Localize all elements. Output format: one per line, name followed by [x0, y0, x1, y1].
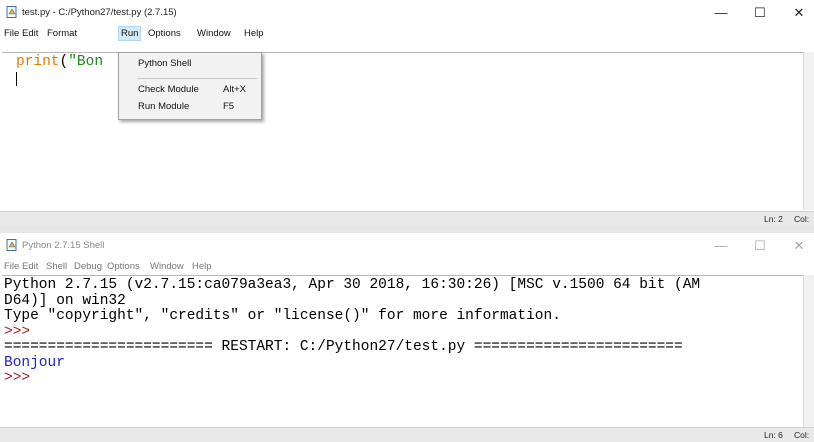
- menu-file[interactable]: File: [4, 261, 19, 272]
- shell-line: D64)] on win32: [4, 292, 126, 309]
- shell-status-col: Col:: [794, 430, 810, 440]
- maximize-button[interactable]: ☐: [745, 237, 775, 255]
- editor-status-col: Col:: [794, 214, 810, 224]
- minimize-button[interactable]: —: [706, 4, 736, 22]
- menu-format[interactable]: Format: [47, 28, 77, 39]
- text-cursor: [16, 72, 17, 86]
- window-gap: [0, 226, 814, 233]
- menu-shell[interactable]: Shell: [46, 261, 67, 272]
- run-dropdown-menu: Python Shell Check Module Alt+X Run Modu…: [118, 52, 262, 120]
- menu-separator: [137, 78, 257, 79]
- menu-help[interactable]: Help: [244, 28, 264, 39]
- menu-debug[interactable]: Debug: [74, 261, 102, 272]
- shell-prompt: >>>: [4, 323, 31, 340]
- shell-statusbar: Ln: 6 Col:: [0, 427, 814, 442]
- menu-window[interactable]: Window: [197, 28, 231, 39]
- shell-window: Python 2.7.15 Shell — ☐ ✕ File Edit Shel…: [0, 233, 814, 442]
- close-button[interactable]: ✕: [784, 237, 814, 255]
- idle-file-icon: [6, 6, 17, 18]
- shell-text-area[interactable]: Python 2.7.15 (v2.7.15:ca079a3ea3, Apr 3…: [2, 275, 804, 430]
- code-paren: (: [59, 54, 69, 70]
- menu-options[interactable]: Options: [107, 261, 140, 272]
- editor-titlebar: test.py - C:/Python27/test.py (2.7.15) —…: [0, 0, 814, 26]
- shell-line: Type "copyright", "credits" or "license(…: [4, 308, 561, 324]
- menu-edit[interactable]: Edit: [22, 261, 38, 272]
- menu-item-label: Python Shell: [138, 58, 192, 69]
- menu-window[interactable]: Window: [150, 261, 184, 272]
- shell-titlebar: Python 2.7.15 Shell — ☐ ✕: [0, 233, 814, 259]
- shell-prompt: >>>: [4, 370, 31, 386]
- menu-file[interactable]: File: [4, 28, 19, 39]
- code-string: "Bon: [68, 54, 104, 70]
- editor-menubar: File Edit Format Run Options Window Help: [0, 26, 814, 42]
- menu-item-accel: F5: [223, 101, 235, 112]
- maximize-button[interactable]: ☐: [745, 4, 775, 22]
- menu-help[interactable]: Help: [192, 261, 212, 272]
- shell-output: Bonjour: [4, 354, 65, 371]
- shell-title: Python 2.7.15 Shell: [22, 240, 105, 251]
- menu-item-check-module[interactable]: Check Module Alt+X: [119, 81, 261, 98]
- shell-restart-line: ======================== RESTART: C:/Pyt…: [4, 339, 683, 355]
- menu-item-python-shell[interactable]: Python Shell: [119, 55, 261, 72]
- menu-run[interactable]: Run: [118, 26, 142, 41]
- menu-edit[interactable]: Edit: [22, 28, 38, 39]
- editor-status-line: Ln: 2: [764, 214, 783, 224]
- menu-item-accel: Alt+X: [223, 84, 246, 95]
- close-button[interactable]: ✕: [784, 4, 814, 22]
- code-keyword: print: [16, 54, 60, 70]
- shell-status-line: Ln: 6: [764, 430, 783, 440]
- editor-statusbar: Ln: 2 Col:: [0, 211, 814, 226]
- menu-item-run-module[interactable]: Run Module F5: [119, 98, 261, 115]
- menu-item-label: Run Module: [138, 101, 190, 112]
- idle-shell-icon: [6, 239, 17, 251]
- shell-scrollbar[interactable]: [803, 275, 814, 427]
- menu-options[interactable]: Options: [148, 28, 181, 39]
- editor-title: test.py - C:/Python27/test.py (2.7.15): [22, 7, 177, 18]
- shell-line: Python 2.7.15 (v2.7.15:ca079a3ea3, Apr 3…: [4, 277, 701, 293]
- editor-scrollbar[interactable]: [803, 52, 814, 210]
- minimize-button[interactable]: —: [706, 237, 736, 255]
- shell-menubar: File Edit Shell Debug Options Window Hel…: [0, 259, 814, 275]
- menu-item-label: Check Module: [138, 84, 199, 95]
